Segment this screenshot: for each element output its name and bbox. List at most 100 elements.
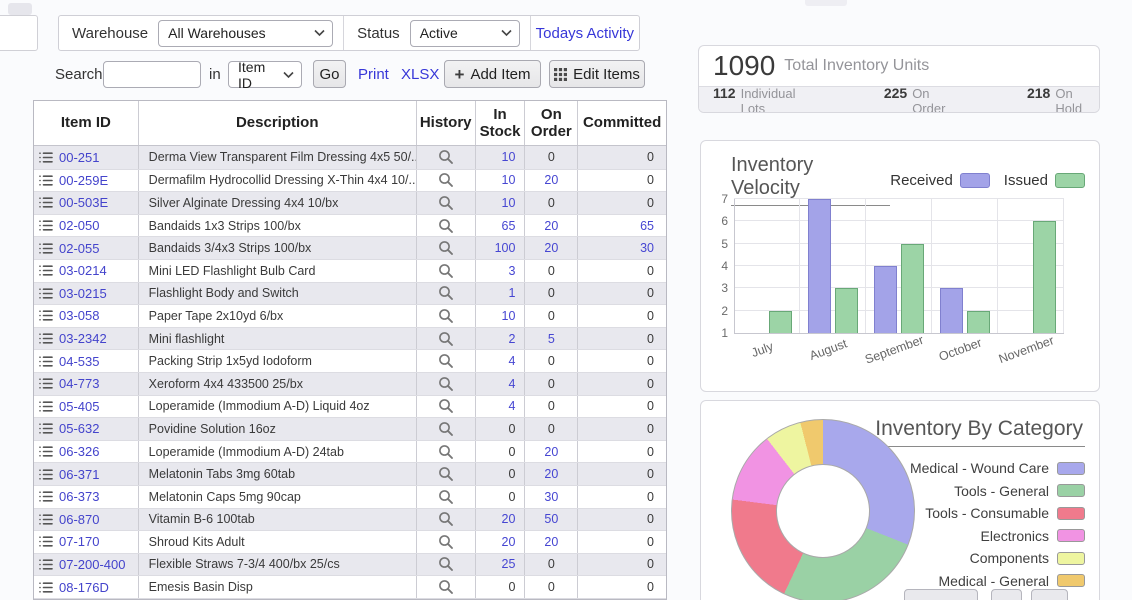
row-list-icon[interactable] [39,309,53,322]
item-id-link[interactable]: 03-0215 [59,286,107,301]
history-search-icon[interactable] [438,149,454,165]
item-id-link[interactable]: 05-632 [59,421,99,436]
inventory-by-category-panel: Inventory By Category Medical - Wound Ca… [700,400,1100,600]
warehouse-select[interactable]: All Warehouses [158,20,333,47]
history-search-icon[interactable] [438,444,454,460]
item-description: Mini LED Flashlight Bulb Card [139,260,417,282]
committed-value: 0 [578,170,666,192]
category-legend-item: Medical - Wound Care [845,457,1085,480]
category-partial-button-2[interactable] [991,589,1022,600]
row-list-icon[interactable] [39,490,53,503]
row-list-icon[interactable] [39,287,53,300]
issued-bar-slot [835,199,858,333]
item-id-link[interactable]: 06-870 [59,512,99,527]
item-id-link[interactable]: 02-050 [59,218,99,233]
add-item-button[interactable]: + Add Item [444,60,541,88]
row-list-icon[interactable] [39,558,53,571]
print-link[interactable]: Print [358,66,389,83]
row-list-icon[interactable] [39,422,53,435]
item-id-link[interactable]: 06-373 [59,489,99,504]
history-search-icon[interactable] [438,263,454,279]
todays-activity-link[interactable]: Todays Activity [536,25,634,42]
row-list-icon[interactable] [39,377,53,390]
issued-bar [901,244,924,333]
history-cell [417,531,476,553]
history-search-icon[interactable] [438,556,454,572]
go-button[interactable]: Go [313,60,346,88]
history-search-icon[interactable] [438,353,454,369]
history-search-icon[interactable] [438,579,454,595]
row-list-icon[interactable] [39,355,53,368]
row-list-icon[interactable] [39,242,53,255]
item-id-link[interactable]: 03-058 [59,308,99,323]
stat-individual-lots: 112 Individual Lots [713,85,818,113]
row-list-icon[interactable] [39,264,53,277]
item-id-link[interactable]: 07-170 [59,534,99,549]
category-partial-button-3[interactable] [1031,589,1068,600]
search-field-select[interactable]: Item ID [228,61,302,88]
edit-items-button[interactable]: Edit Items [549,60,645,88]
category-legend-swatch [1057,484,1085,497]
item-id-link[interactable]: 06-371 [59,467,99,482]
row-list-icon[interactable] [39,151,53,164]
row-list-icon[interactable] [39,174,53,187]
velocity-bar-chart: 1234567JulyAugustSeptemberOctoberNovembe… [734,199,1064,333]
row-list-icon[interactable] [39,445,53,458]
history-search-icon[interactable] [438,398,454,414]
item-id-link[interactable]: 07-200-400 [59,557,126,572]
in-stock-value: 4 [476,396,526,418]
item-id-link[interactable]: 03-2342 [59,331,107,346]
in-stock-value: 10 [476,305,526,327]
item-id-link[interactable]: 03-0214 [59,263,107,278]
row-list-icon[interactable] [39,468,53,481]
item-id-link[interactable]: 04-535 [59,354,99,369]
history-search-icon[interactable] [438,172,454,188]
row-list-icon[interactable] [39,219,53,232]
stat-on-hold: 218 On Hold [1027,85,1099,113]
committed-value: 0 [578,463,666,485]
item-id-link[interactable]: 00-259E [59,173,108,188]
history-search-icon[interactable] [438,240,454,256]
item-id-link[interactable]: 00-251 [59,150,99,165]
xlsx-link[interactable]: XLSX [401,66,439,83]
item-id-link[interactable]: 05-405 [59,399,99,414]
inventory-velocity-panel: Inventory Velocity Received Issued 12345… [700,140,1100,392]
history-search-icon[interactable] [438,421,454,437]
history-search-icon[interactable] [438,534,454,550]
item-description: Melatonin Caps 5mg 90cap [139,486,417,508]
column-header-item-id: Item ID [34,101,139,145]
category-legend-label: Medical - General [939,573,1050,589]
item-id-link[interactable]: 08-176D [59,580,109,595]
row-list-icon[interactable] [39,535,53,548]
history-cell [417,192,476,214]
row-list-icon[interactable] [39,400,53,413]
row-list-icon[interactable] [39,332,53,345]
inventory-table-body: 00-251Derma View Transparent Film Dressi… [34,146,666,600]
history-cell [417,576,476,598]
left-edge-panel-fragment [0,15,38,51]
history-search-icon[interactable] [438,331,454,347]
committed-value: 0 [578,531,666,553]
item-id-link[interactable]: 04-773 [59,376,99,391]
table-row: 03-0215Flashlight Body and Switch100 [34,282,666,305]
item-id-link[interactable]: 00-503E [59,195,108,210]
history-search-icon[interactable] [438,511,454,527]
history-search-icon[interactable] [438,308,454,324]
y-axis-tick: 5 [708,237,728,251]
history-search-icon[interactable] [438,218,454,234]
category-partial-button-1[interactable] [904,589,978,600]
row-list-icon[interactable] [39,513,53,526]
search-input[interactable] [103,61,201,88]
history-search-icon[interactable] [438,466,454,482]
row-list-icon[interactable] [39,196,53,209]
history-search-icon[interactable] [438,195,454,211]
status-select[interactable]: Active [410,20,520,47]
item-id-link[interactable]: 02-055 [59,241,99,256]
history-search-icon[interactable] [438,285,454,301]
history-search-icon[interactable] [438,489,454,505]
row-list-icon[interactable] [39,581,53,594]
committed-value: 0 [578,192,666,214]
history-search-icon[interactable] [438,376,454,392]
on-order-value: 0 [525,283,578,305]
item-id-link[interactable]: 06-326 [59,444,99,459]
